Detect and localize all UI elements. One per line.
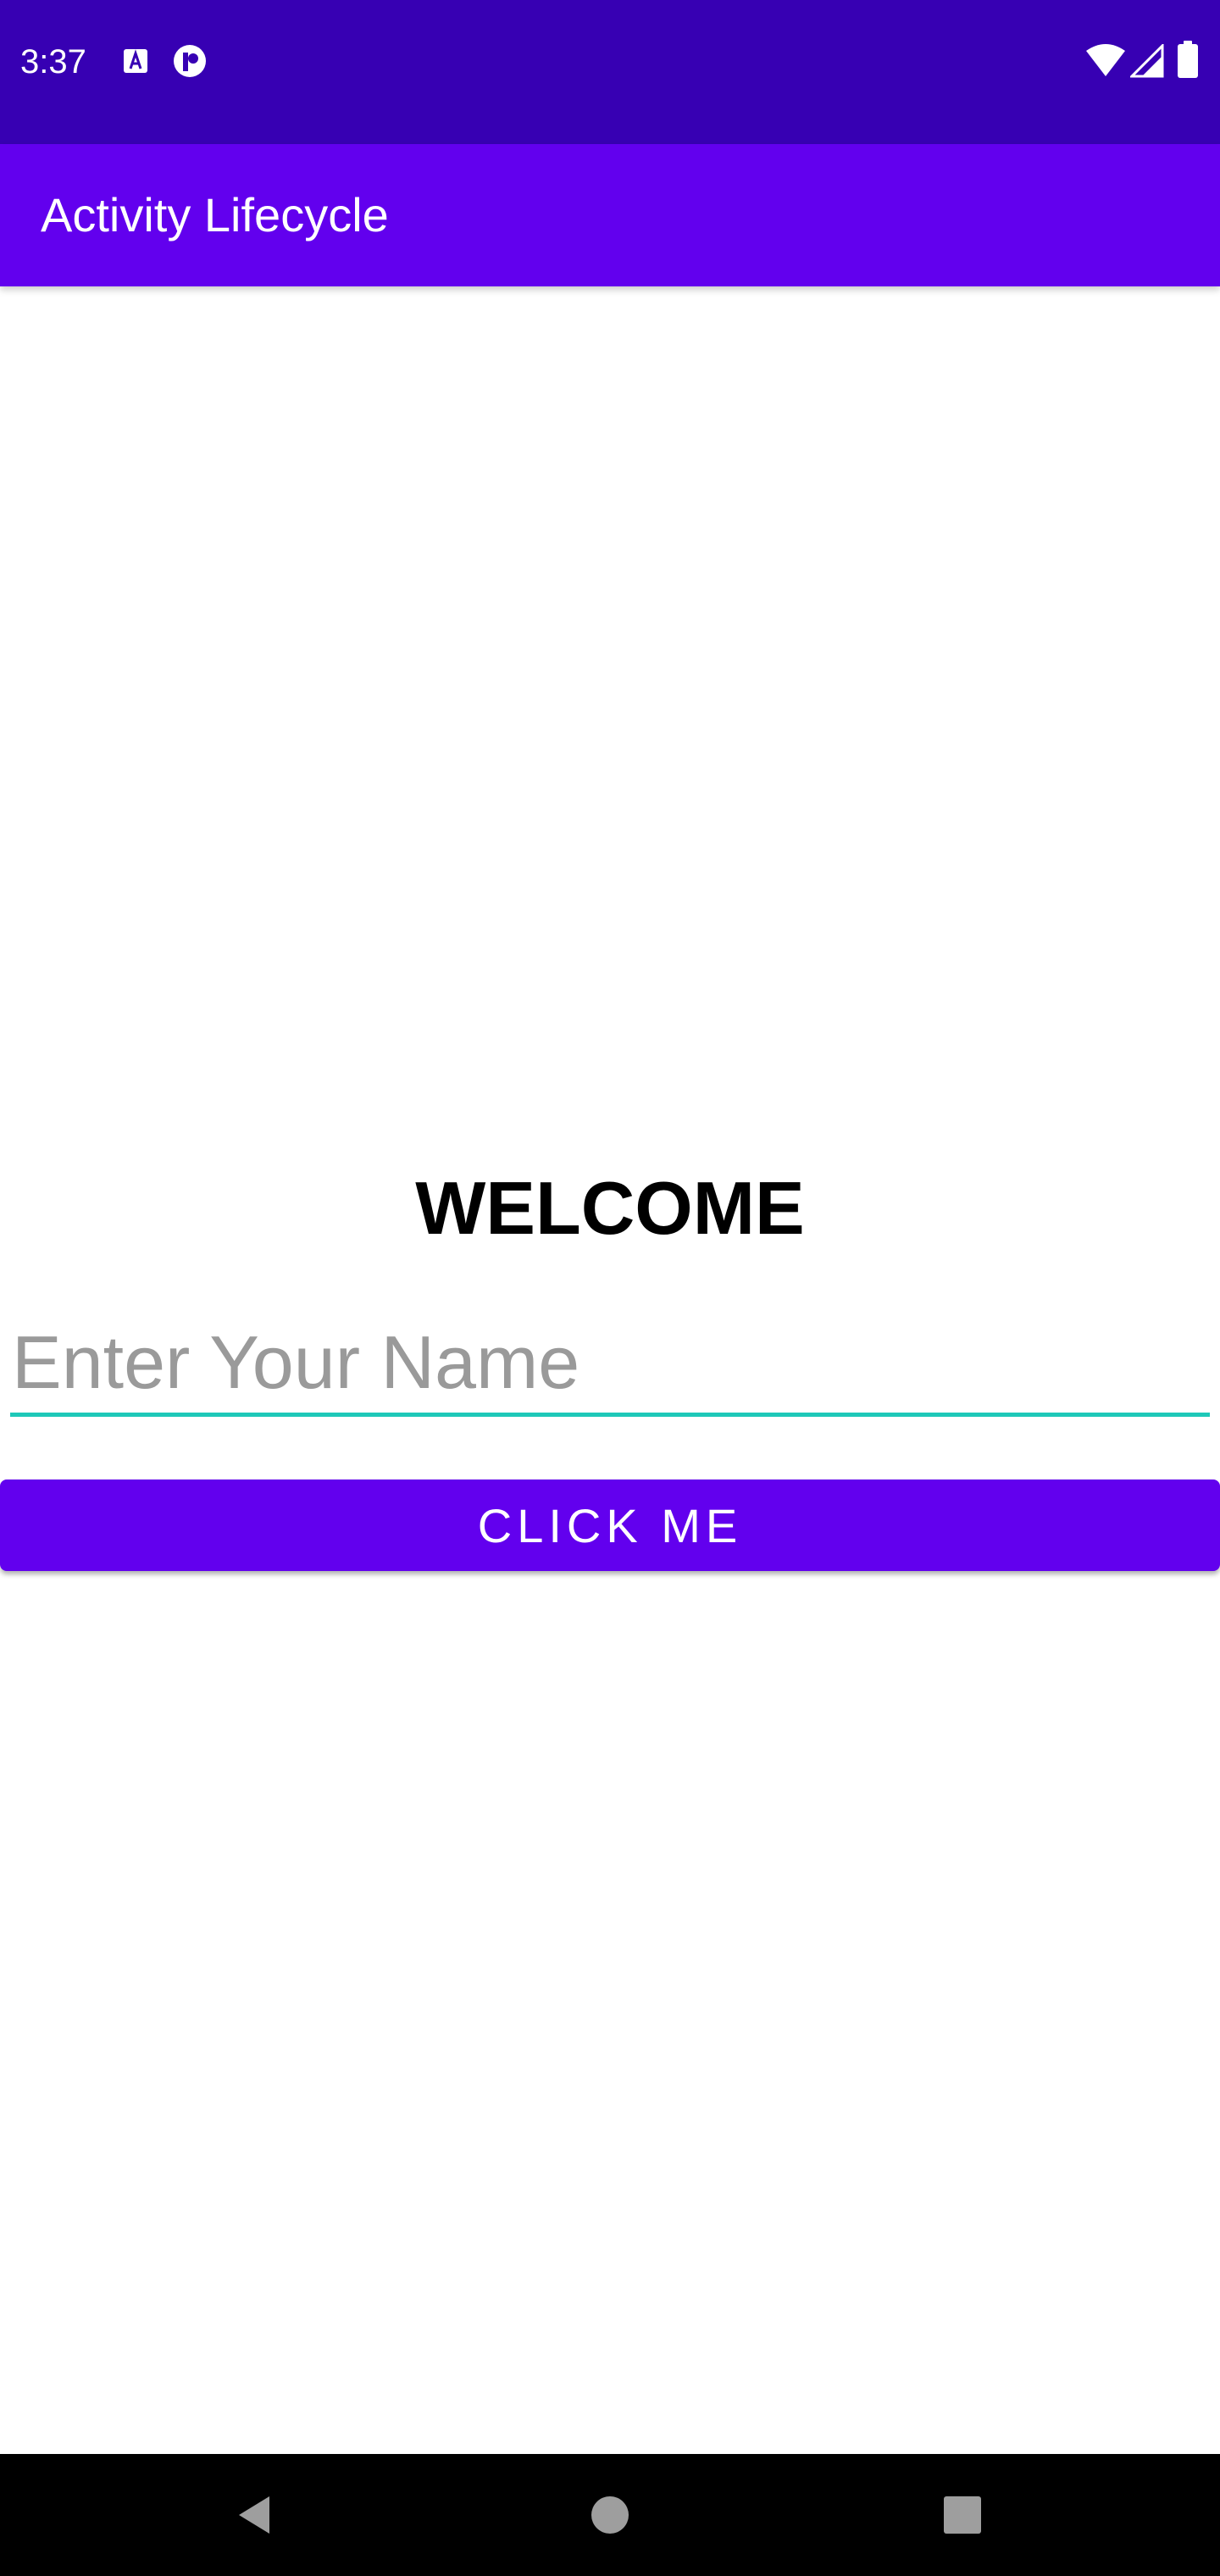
app-screen: 3:37 Activity Lifecycle WELCOME Enter Yo… bbox=[0, 0, 1220, 2576]
app-title: Activity Lifecycle bbox=[41, 188, 389, 242]
recents-icon[interactable] bbox=[922, 2474, 1003, 2556]
app-bar: Activity Lifecycle bbox=[0, 144, 1220, 286]
p-circle-icon bbox=[173, 44, 207, 78]
status-time: 3:37 bbox=[20, 43, 86, 80]
back-icon[interactable] bbox=[214, 2474, 295, 2556]
home-icon[interactable] bbox=[569, 2474, 651, 2556]
font-a-icon bbox=[119, 44, 152, 78]
click-me-button[interactable]: CLICK ME bbox=[0, 1480, 1220, 1571]
welcome-heading: WELCOME bbox=[415, 1166, 805, 1250]
navigation-bar bbox=[0, 2454, 1220, 2576]
battery-icon bbox=[1178, 41, 1198, 78]
wifi-icon bbox=[1086, 44, 1125, 78]
cell-signal-icon bbox=[1128, 42, 1164, 78]
name-input[interactable] bbox=[10, 1312, 1210, 1417]
status-bar: 3:37 bbox=[0, 0, 1220, 144]
